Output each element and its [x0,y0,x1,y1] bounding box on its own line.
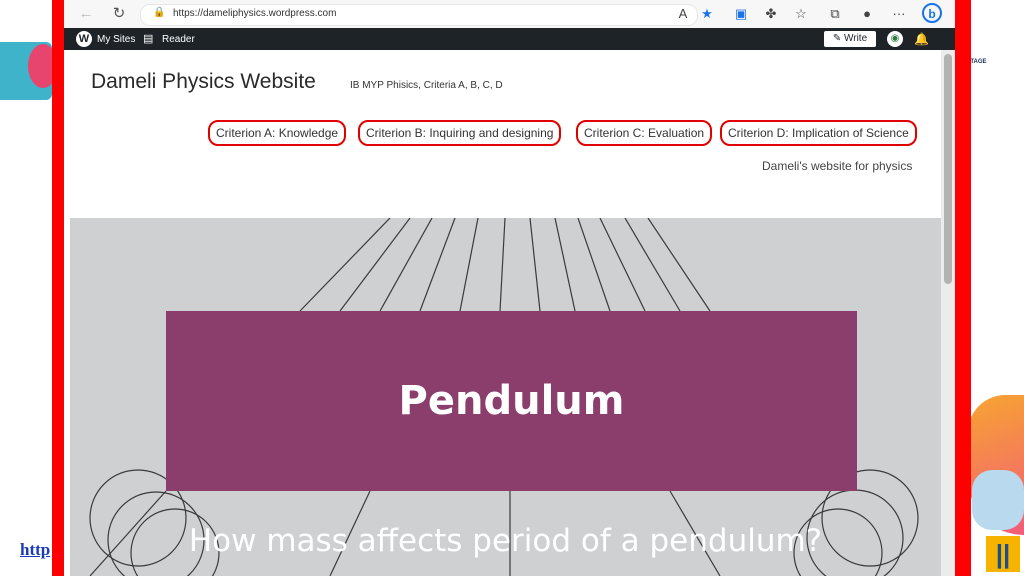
hero-banner: Pendulum How mass affects period of a pe… [70,218,941,576]
hero-title: Pendulum [398,378,625,424]
browser-window: ← ↻ 🔒 https://dameliphysics.wordpress.co… [64,0,955,576]
extensions-icon[interactable]: ✤ [762,4,780,24]
red-frame-left [52,0,64,576]
red-frame-right [955,0,971,576]
more-menu-icon[interactable]: ··· [890,4,908,24]
collections-tab-icon[interactable]: ⧉ [826,4,844,24]
url-text: https://dameliphysics.wordpress.com [173,8,337,19]
back-icon[interactable]: ← [76,4,96,24]
read-aloud-icon[interactable]: A [674,4,692,24]
slide-link[interactable]: http [20,540,50,560]
profile-icon[interactable]: ● [858,4,876,24]
write-button[interactable]: ✎ Write [824,31,876,47]
scrollbar-thumb[interactable] [944,54,952,284]
hero-subtitle: How mass affects period of a pendulum? [188,523,823,559]
avatar[interactable]: ◉ [887,31,903,47]
site-description: Dameli's website for physics [762,159,913,173]
site-title[interactable]: Dameli Physics Website [91,70,316,94]
favorite-star-icon[interactable]: ★ [698,4,716,24]
menu-item-criterion-a[interactable]: Criterion A: Knowledge [208,120,347,146]
write-label: Write [844,33,868,44]
site-header: Dameli Physics Website IB MYP Phisics, C… [70,50,947,218]
wp-admin-bar: W My Sites ▤ Reader ✎ Write ◉ 🔔 [64,28,955,50]
wordpress-logo-icon[interactable]: W [76,31,92,47]
site-tagline: IB MYP Phisics, Criteria A, B, C, D [350,80,503,91]
slide-decoration-cloud [972,470,1024,530]
menu-item-criterion-b[interactable]: Criterion B: Inquiring and designing [358,120,562,146]
collections-icon[interactable]: ▣ [732,4,750,24]
reader-link[interactable]: Reader [162,34,195,45]
menu-item-criterion-d[interactable]: Criterion D: Implication of Science [720,120,917,146]
menu-item-criterion-c[interactable]: Criterion C: Evaluation [576,120,713,146]
lock-icon: 🔒 [153,7,166,18]
scrollbar[interactable] [941,50,955,576]
my-sites-link[interactable]: My Sites [97,34,135,45]
pause-icon: || [995,538,1011,569]
reader-icon: ▤ [143,33,154,45]
bing-copilot-icon[interactable]: b [922,3,942,23]
refresh-icon[interactable]: ↻ [109,4,129,24]
hero-title-box: Pendulum [166,311,857,491]
favorites-icon[interactable]: ☆ [792,4,810,24]
pause-button[interactable]: || [986,536,1020,572]
address-bar: ← ↻ 🔒 https://dameliphysics.wordpress.co… [64,0,955,29]
url-field[interactable]: 🔒 https://dameliphysics.wordpress.com [140,4,698,26]
notifications-icon[interactable]: 🔔 [914,32,929,46]
